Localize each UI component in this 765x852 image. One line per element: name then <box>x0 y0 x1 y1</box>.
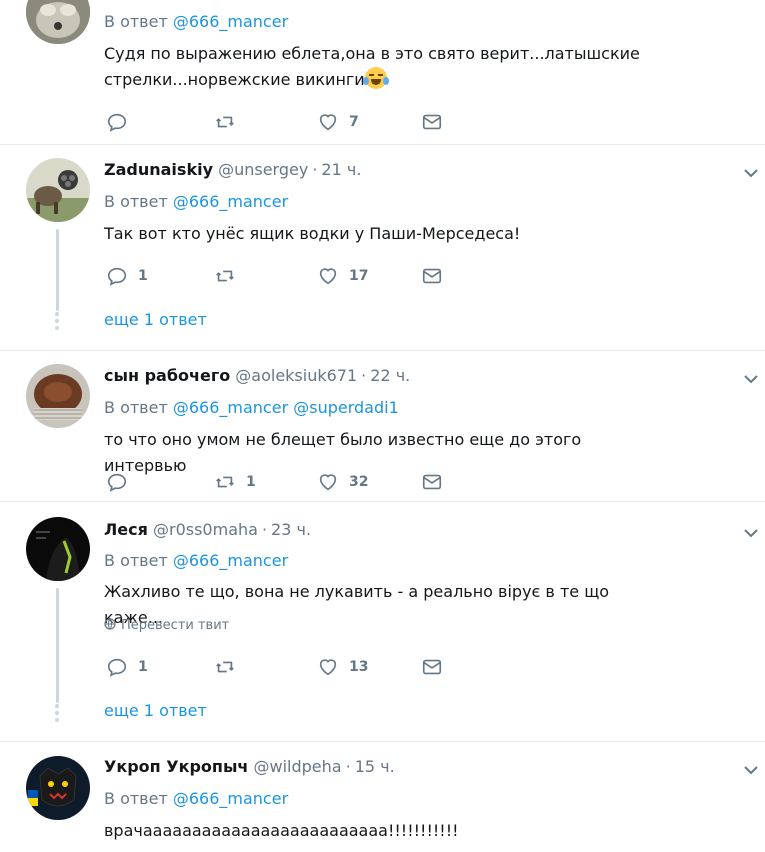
tweet[interactable]: В ответ @666_mancer Судя по выражению еб… <box>0 0 765 145</box>
avatar[interactable] <box>26 756 90 820</box>
timestamp[interactable]: 15 ч. <box>355 757 395 776</box>
avatar[interactable] <box>26 517 90 581</box>
tweet-text: то что оно умом не блещет было известно … <box>104 430 582 475</box>
avatar[interactable] <box>26 364 90 428</box>
like-button[interactable]: 13 <box>317 655 368 679</box>
envelope-icon <box>422 114 442 130</box>
chevron-down-icon[interactable] <box>741 760 761 780</box>
thread-dots <box>55 704 60 725</box>
like-count: 13 <box>349 659 369 675</box>
envelope-icon <box>422 474 442 490</box>
tweet-header: Zadunaiskiy @unsergey · 21 ч. <box>104 160 362 179</box>
tweet-text: врачааааааааааааааааааааааааа!!!!!!!!!!! <box>104 821 459 840</box>
reply-prefix: В ответ <box>104 551 168 570</box>
reply-button[interactable] <box>106 470 138 494</box>
heart-icon <box>319 474 337 491</box>
like-count: 32 <box>349 474 369 490</box>
heart-icon <box>319 268 337 285</box>
mention-link[interactable]: @superdadi1 <box>293 398 399 417</box>
timestamp[interactable]: 21 ч. <box>321 160 361 179</box>
mention-link[interactable]: @666_mancer <box>173 789 288 808</box>
timestamp[interactable]: 23 ч. <box>271 520 311 539</box>
reply-to: В ответ @666_mancer <box>104 551 288 570</box>
reply-count: 1 <box>138 659 148 675</box>
reply-prefix: В ответ <box>104 398 168 417</box>
envelope-icon <box>422 268 442 284</box>
retweet-button[interactable]: 1 <box>214 470 256 494</box>
tweet-header: Укроп Укропыч @wildpeha · 15 ч. <box>104 757 395 776</box>
heart-icon <box>319 114 337 131</box>
retweet-button[interactable] <box>214 264 246 288</box>
tweet-header: Леся @r0ss0maha · 23 ч. <box>104 520 312 539</box>
like-button[interactable]: 17 <box>317 264 368 288</box>
reply-button[interactable]: 1 <box>106 264 148 288</box>
direct-message-button[interactable] <box>421 264 443 288</box>
reply-icon <box>107 267 127 286</box>
reply-icon <box>107 658 127 677</box>
tweet-text: Так вот кто унёс ящик водки у Паши-Мерсе… <box>104 224 521 243</box>
display-name[interactable]: Леся <box>104 520 148 539</box>
reply-to: В ответ @666_mancer @superdadi1 <box>104 398 399 417</box>
reply-button[interactable]: 1 <box>106 655 148 679</box>
reply-prefix: В ответ <box>104 192 168 211</box>
show-more-replies-link[interactable]: еще 1 ответ <box>104 701 207 720</box>
envelope-icon <box>422 659 442 675</box>
reply-icon <box>107 473 127 492</box>
reply-to: В ответ @666_mancer <box>104 192 288 211</box>
retweet-count: 1 <box>246 474 256 490</box>
direct-message-button[interactable] <box>421 110 443 134</box>
avatar[interactable] <box>26 158 90 222</box>
display-name[interactable]: Укроп Укропыч <box>104 757 248 776</box>
chevron-down-icon[interactable] <box>741 369 761 389</box>
mention-link[interactable]: @666_mancer <box>173 551 288 570</box>
thread-dots <box>55 312 60 333</box>
reply-count: 1 <box>138 268 148 284</box>
tweet-header: сын рабочего @aoleksiuk671 · 22 ч. <box>104 366 411 385</box>
timestamp[interactable]: 22 ч. <box>370 366 410 385</box>
display-name[interactable]: Zadunaiskiy <box>104 160 213 179</box>
username[interactable]: @r0ss0maha <box>153 520 258 539</box>
username[interactable]: @aoleksiuk671 <box>235 366 357 385</box>
mention-link[interactable]: @666_mancer <box>173 12 288 31</box>
mention-link[interactable]: @666_mancer <box>173 398 288 417</box>
like-count: 7 <box>349 114 359 130</box>
avatar[interactable] <box>26 0 90 44</box>
tweet[interactable]: Zadunaiskiy @unsergey · 21 ч. В ответ @666… <box>0 145 765 351</box>
reply-button[interactable] <box>106 110 138 134</box>
tweet[interactable]: Леся @r0ss0maha · 23 ч. В ответ @666_mance… <box>0 502 765 742</box>
reply-prefix: В ответ <box>104 12 168 31</box>
display-name[interactable]: сын рабочего <box>104 366 230 385</box>
heart-icon <box>319 659 337 676</box>
face-with-tears-of-joy-icon <box>362 67 389 89</box>
tweet-text: Судя по выражению еблета,она в это свято… <box>104 41 664 93</box>
like-count: 17 <box>349 268 369 284</box>
like-button[interactable]: 7 <box>317 110 359 134</box>
retweet-icon <box>216 661 234 673</box>
reply-to: В ответ @666_mancer <box>104 12 288 31</box>
translate-label: Перевести твит <box>121 618 230 633</box>
thread-line <box>56 229 59 311</box>
thread-line <box>56 588 59 703</box>
like-button[interactable]: 32 <box>317 470 368 494</box>
retweet-icon <box>216 476 234 488</box>
retweet-icon <box>216 116 234 128</box>
globe-icon <box>104 618 116 630</box>
chevron-down-icon[interactable] <box>741 163 761 183</box>
direct-message-button[interactable] <box>421 470 443 494</box>
retweet-button[interactable] <box>214 655 246 679</box>
retweet-icon <box>216 270 234 282</box>
translate-tweet-link[interactable]: Перевести твит <box>104 618 229 633</box>
reply-to: В ответ @666_mancer <box>104 789 288 808</box>
retweet-button[interactable] <box>214 110 246 134</box>
mention-link[interactable]: @666_mancer <box>173 192 288 211</box>
tweet[interactable]: сын рабочего @aoleksiuk671 · 22 ч. В ответ… <box>0 351 765 502</box>
direct-message-button[interactable] <box>421 655 443 679</box>
show-more-replies-link[interactable]: еще 1 ответ <box>104 310 207 329</box>
tweet[interactable]: Укроп Укропыч @wildpeha · 15 ч. В ответ @6… <box>0 742 765 852</box>
reply-icon <box>107 113 127 132</box>
chevron-down-icon[interactable] <box>741 523 761 543</box>
username[interactable]: @unsergey <box>218 160 308 179</box>
reply-prefix: В ответ <box>104 789 168 808</box>
username[interactable]: @wildpeha <box>254 757 342 776</box>
